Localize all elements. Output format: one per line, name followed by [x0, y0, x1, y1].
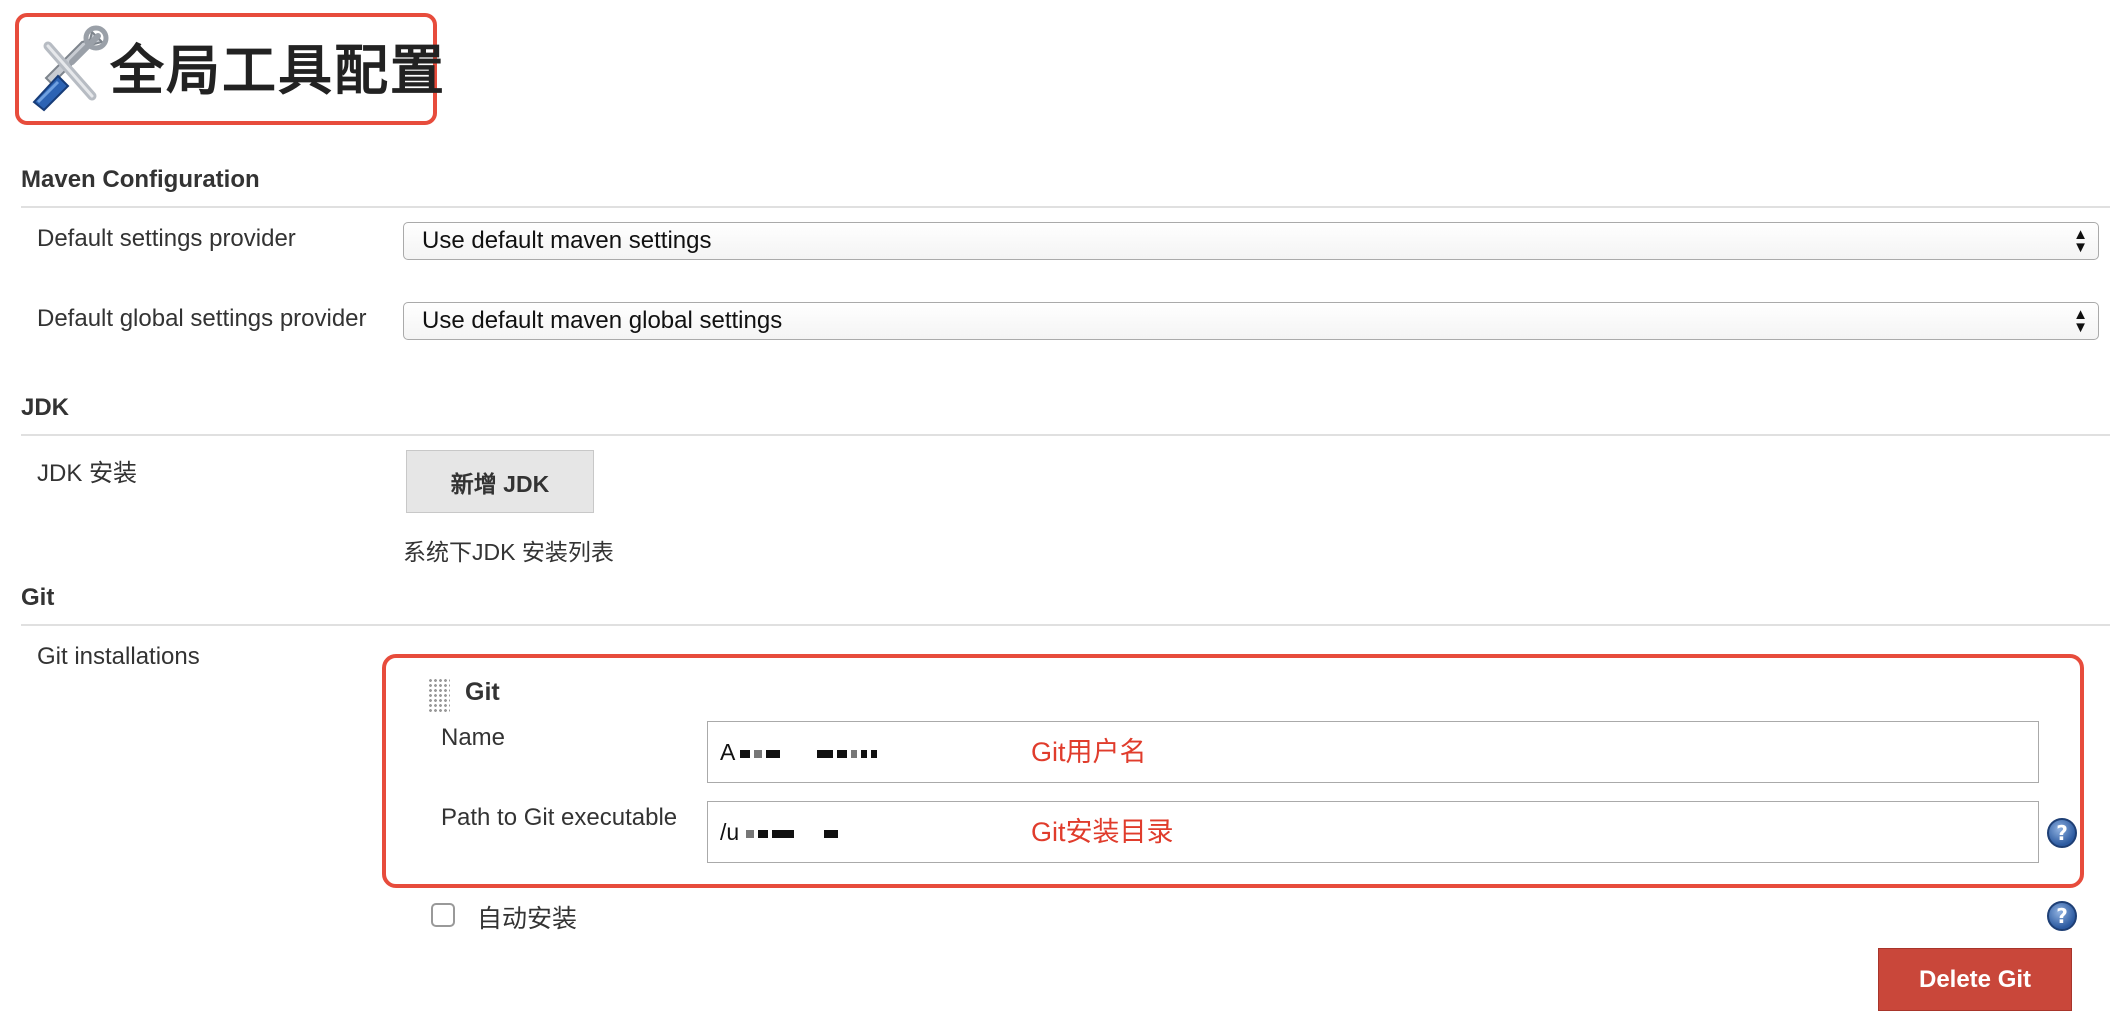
section-header-jdk: JDK [21, 394, 70, 421]
path-annotation: Git安装目录 [1031, 817, 1174, 847]
git-installations-label: Git installations [37, 643, 200, 670]
help-icon[interactable]: ? [2047, 818, 2077, 848]
jdk-install-label: JDK 安装 [37, 460, 138, 487]
default-settings-label: Default settings provider [37, 225, 296, 252]
section-header-git: Git [21, 584, 55, 611]
default-settings-value: Use default maven settings [422, 227, 712, 254]
add-jdk-button[interactable]: 新增 JDK [406, 450, 594, 513]
redacted-text [740, 739, 881, 765]
redacted-text [745, 819, 843, 845]
page-title: 全局工具配置 [110, 39, 446, 102]
global-settings-value: Use default maven global settings [422, 307, 783, 334]
global-settings-select[interactable]: Use default maven global settings ▲ ▼ [403, 302, 2099, 340]
select-arrows-icon: ▲ ▼ [2073, 226, 2088, 256]
section-divider [21, 206, 2110, 208]
drag-handle-icon[interactable] [428, 678, 450, 712]
git-path-label: Path to Git executable [441, 804, 678, 831]
git-path-value: /u [720, 819, 740, 845]
git-path-input[interactable]: /u Git安装目录 [707, 801, 2039, 863]
name-annotation: Git用户名 [1031, 737, 1147, 767]
delete-git-button[interactable]: Delete Git [1878, 948, 2072, 1011]
git-name-input[interactable]: A Git用户名 [707, 721, 2039, 783]
help-icon[interactable]: ? [2047, 901, 2077, 931]
git-name-label: Name [441, 724, 506, 751]
auto-install-checkbox[interactable] [431, 903, 455, 927]
tools-icon [22, 22, 112, 112]
git-name-value: A [720, 739, 735, 765]
section-header-maven: Maven Configuration [21, 166, 260, 193]
auto-install-label: 自动安装 [477, 905, 578, 933]
section-divider [21, 434, 2110, 436]
select-arrows-icon: ▲ ▼ [2073, 306, 2088, 336]
default-settings-select[interactable]: Use default maven settings ▲ ▼ [403, 222, 2099, 260]
jdk-description: 系统下JDK 安装列表 [403, 539, 614, 565]
section-divider [21, 624, 2110, 626]
git-block-title: Git [465, 678, 500, 706]
global-settings-label: Default global settings provider [37, 305, 367, 332]
